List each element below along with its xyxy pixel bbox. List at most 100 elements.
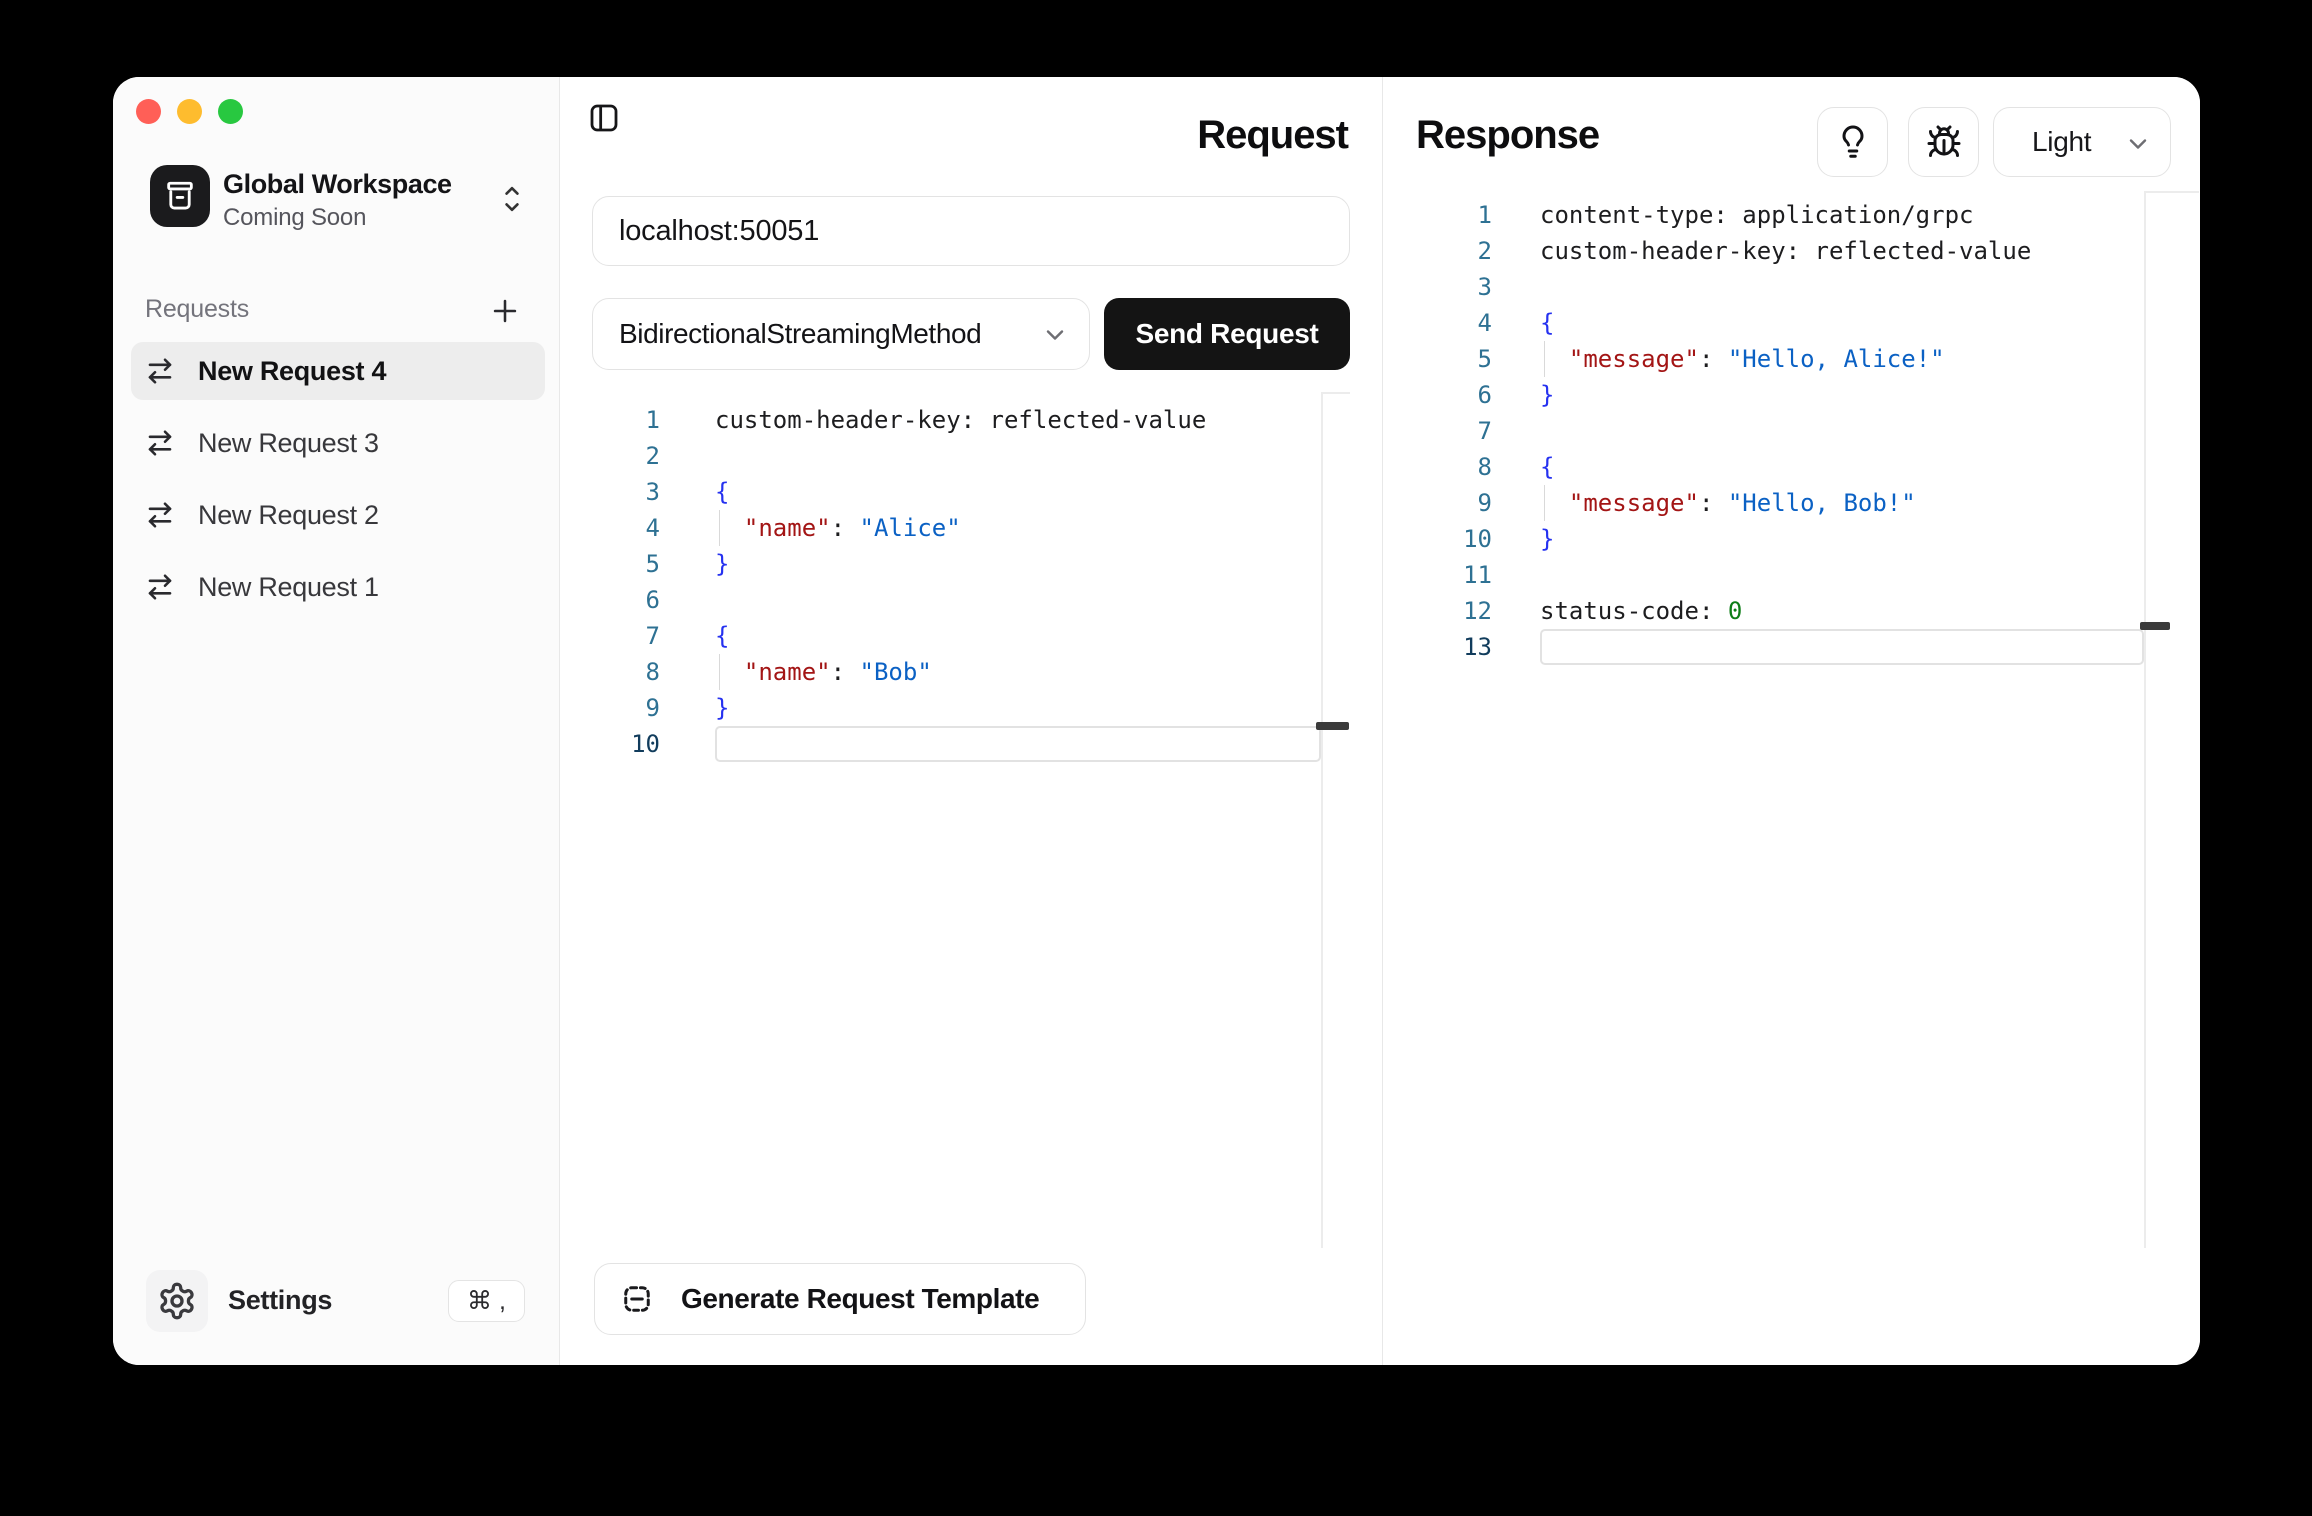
settings-shortcut-badge: ⌘ , xyxy=(448,1280,525,1322)
request-panel-title: Request xyxy=(1197,113,1348,158)
minimize-button[interactable] xyxy=(177,99,202,124)
code-line-content: } xyxy=(715,690,1321,726)
code-line-content xyxy=(1540,269,2144,305)
line-number: 8 xyxy=(560,654,660,690)
code-line: 7{ xyxy=(560,618,1321,654)
line-number: 10 xyxy=(560,726,660,762)
code-line-content xyxy=(1540,557,2144,593)
line-number: 2 xyxy=(560,438,660,474)
code-line: 6 xyxy=(560,582,1321,618)
line-number: 3 xyxy=(560,474,660,510)
code-line-content: { xyxy=(715,618,1321,654)
request-list: New Request 4 New Request 3 New Request 2 N… xyxy=(131,342,545,630)
sidebar-item-label: New Request 2 xyxy=(198,500,379,531)
indent-guide xyxy=(719,510,720,546)
method-select[interactable]: BidirectionalStreamingMethod xyxy=(592,298,1090,370)
send-request-button[interactable]: Send Request xyxy=(1104,298,1350,370)
code-line-content: content-type: application/grpc xyxy=(1540,197,2144,233)
request-editor[interactable]: 1custom-header-key: reflected-value23{4 … xyxy=(560,402,1321,762)
method-select-value: BidirectionalStreamingMethod xyxy=(619,318,981,350)
code-line-content: } xyxy=(715,546,1321,582)
line-number: 1 xyxy=(1383,197,1492,233)
settings-row[interactable]: Settings ⌘ , xyxy=(113,1263,560,1343)
code-line: 10 xyxy=(560,726,1321,762)
workspace-switcher[interactable] xyxy=(499,179,525,219)
line-number: 5 xyxy=(560,546,660,582)
code-line-content: } xyxy=(1540,377,2144,413)
traffic-lights xyxy=(136,99,243,124)
line-number: 13 xyxy=(1383,629,1492,665)
code-line: 3{ xyxy=(560,474,1321,510)
app-window: Global Workspace Coming Soon Requests Ne… xyxy=(113,77,2200,1365)
code-line: 9 "message": "Hello, Bob!" xyxy=(1383,485,2144,521)
debug-button[interactable] xyxy=(1908,107,1979,177)
generate-template-button[interactable]: Generate Request Template xyxy=(594,1263,1086,1335)
code-line: 3 xyxy=(1383,269,2144,305)
line-number: 4 xyxy=(1383,305,1492,341)
code-line: 2 custom-header-key: reflected-value xyxy=(1383,233,2144,269)
line-number: 8 xyxy=(1383,449,1492,485)
server-url-input[interactable] xyxy=(592,196,1350,266)
line-number: 6 xyxy=(1383,377,1492,413)
request-editor-scrollbar-track xyxy=(1321,393,1323,1248)
hints-button[interactable] xyxy=(1817,107,1888,177)
add-request-button[interactable] xyxy=(483,289,527,333)
code-line: 1custom-header-key: reflected-value xyxy=(560,402,1321,438)
code-line-content: { xyxy=(1540,305,2144,341)
code-line-content: { xyxy=(1540,449,2144,485)
settings-label: Settings xyxy=(228,1285,332,1316)
sidebar-toggle-button[interactable] xyxy=(588,101,622,135)
indent-guide xyxy=(1544,485,1545,521)
bug-icon xyxy=(1926,124,1962,160)
settings-icon-box xyxy=(146,1270,208,1332)
sidebar-item-label: New Request 1 xyxy=(198,572,379,603)
code-line: 2 xyxy=(560,438,1321,474)
code-line-content: custom-header-key: reflected-value xyxy=(1540,233,2144,269)
sidebar-item-label: New Request 4 xyxy=(198,356,386,387)
code-line: 13 xyxy=(1383,629,2144,665)
sidebar-item-request[interactable]: New Request 2 xyxy=(131,486,545,544)
request-editor-scrollbar-cap xyxy=(1321,392,1350,394)
sidebar-item-label: New Request 3 xyxy=(198,428,379,459)
request-editor-scroll-thumb[interactable] xyxy=(1316,722,1349,730)
code-line-content: "message": "Hello, Alice!" xyxy=(1540,341,2144,377)
sidebar-item-request[interactable]: New Request 4 xyxy=(131,342,545,400)
workspace-icon[interactable] xyxy=(150,165,210,227)
code-line: 5 "message": "Hello, Alice!" xyxy=(1383,341,2144,377)
code-line: 8{ xyxy=(1383,449,2144,485)
line-number: 6 xyxy=(560,582,660,618)
workspace-subtitle: Coming Soon xyxy=(223,204,366,232)
active-line-box xyxy=(1540,629,2144,665)
lightbulb-icon xyxy=(1835,124,1871,160)
zoom-button[interactable] xyxy=(218,99,243,124)
response-editor[interactable]: 1 content-type: application/grpc 2 custom-h… xyxy=(1383,197,2144,665)
bidirectional-arrows-icon xyxy=(145,428,175,458)
sidebar-item-request[interactable]: New Request 1 xyxy=(131,558,545,616)
line-number: 12 xyxy=(1383,593,1492,629)
chevron-down-icon xyxy=(2124,130,2152,158)
close-button[interactable] xyxy=(136,99,161,124)
dashed-template-icon xyxy=(619,1281,655,1317)
line-number: 2 xyxy=(1383,233,1492,269)
response-editor-scroll-thumb[interactable] xyxy=(2140,622,2170,630)
code-line: 12 status-code: 0 xyxy=(1383,593,2144,629)
code-line: 11 xyxy=(1383,557,2144,593)
panel-left-icon xyxy=(588,102,620,134)
chevron-down-icon xyxy=(1041,321,1069,349)
code-line: 9} xyxy=(560,690,1321,726)
gear-icon xyxy=(157,1281,197,1321)
indent-guide xyxy=(1544,341,1545,377)
response-panel: Response Light 1content-type: applicatio… xyxy=(1383,77,2200,1365)
code-line: 7 xyxy=(1383,413,2144,449)
workspace-title: Global Workspace xyxy=(223,169,452,200)
sidebar: Global Workspace Coming Soon Requests Ne… xyxy=(113,77,560,1365)
theme-select[interactable]: Light xyxy=(1993,107,2171,177)
line-number: 11 xyxy=(1383,557,1492,593)
line-number: 5 xyxy=(1383,341,1492,377)
code-line: 5} xyxy=(560,546,1321,582)
sidebar-item-request[interactable]: New Request 3 xyxy=(131,414,545,472)
indent-guide xyxy=(719,654,720,690)
line-number: 7 xyxy=(1383,413,1492,449)
code-line-content: "name": "Bob" xyxy=(715,654,1321,690)
code-line-content: status-code: 0 xyxy=(1540,593,2144,629)
